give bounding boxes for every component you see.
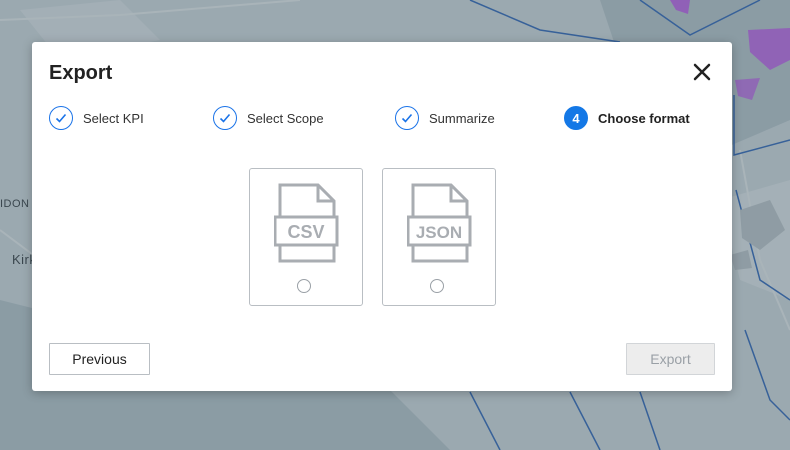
- step-number-badge: 4: [564, 106, 588, 130]
- close-icon: [693, 63, 711, 81]
- step-summarize: Summarize: [395, 104, 495, 132]
- format-label: CSV: [287, 222, 324, 242]
- dialog-title: Export: [49, 62, 113, 84]
- csv-file-icon: CSV: [274, 183, 339, 263]
- previous-button[interactable]: Previous: [49, 343, 150, 375]
- step-select-scope: Select Scope: [213, 104, 324, 132]
- export-button[interactable]: Export: [626, 343, 715, 375]
- check-icon: [49, 106, 73, 130]
- format-option-csv[interactable]: CSV: [249, 168, 363, 306]
- format-option-json[interactable]: JSON: [382, 168, 496, 306]
- radio-json[interactable]: [430, 279, 444, 293]
- step-select-kpi: Select KPI: [49, 104, 144, 132]
- radio-csv[interactable]: [297, 279, 311, 293]
- close-button[interactable]: [692, 62, 712, 82]
- step-label: Select KPI: [83, 110, 144, 126]
- export-dialog: Export Select KPI Select Scope Summarize…: [32, 42, 732, 391]
- json-file-icon: JSON: [407, 183, 472, 263]
- step-label: Select Scope: [247, 110, 324, 126]
- check-icon: [395, 106, 419, 130]
- step-choose-format: 4 Choose format: [564, 104, 690, 132]
- format-label: JSON: [416, 223, 462, 242]
- step-label: Summarize: [429, 110, 495, 126]
- step-label: Choose format: [598, 110, 690, 126]
- check-icon: [213, 106, 237, 130]
